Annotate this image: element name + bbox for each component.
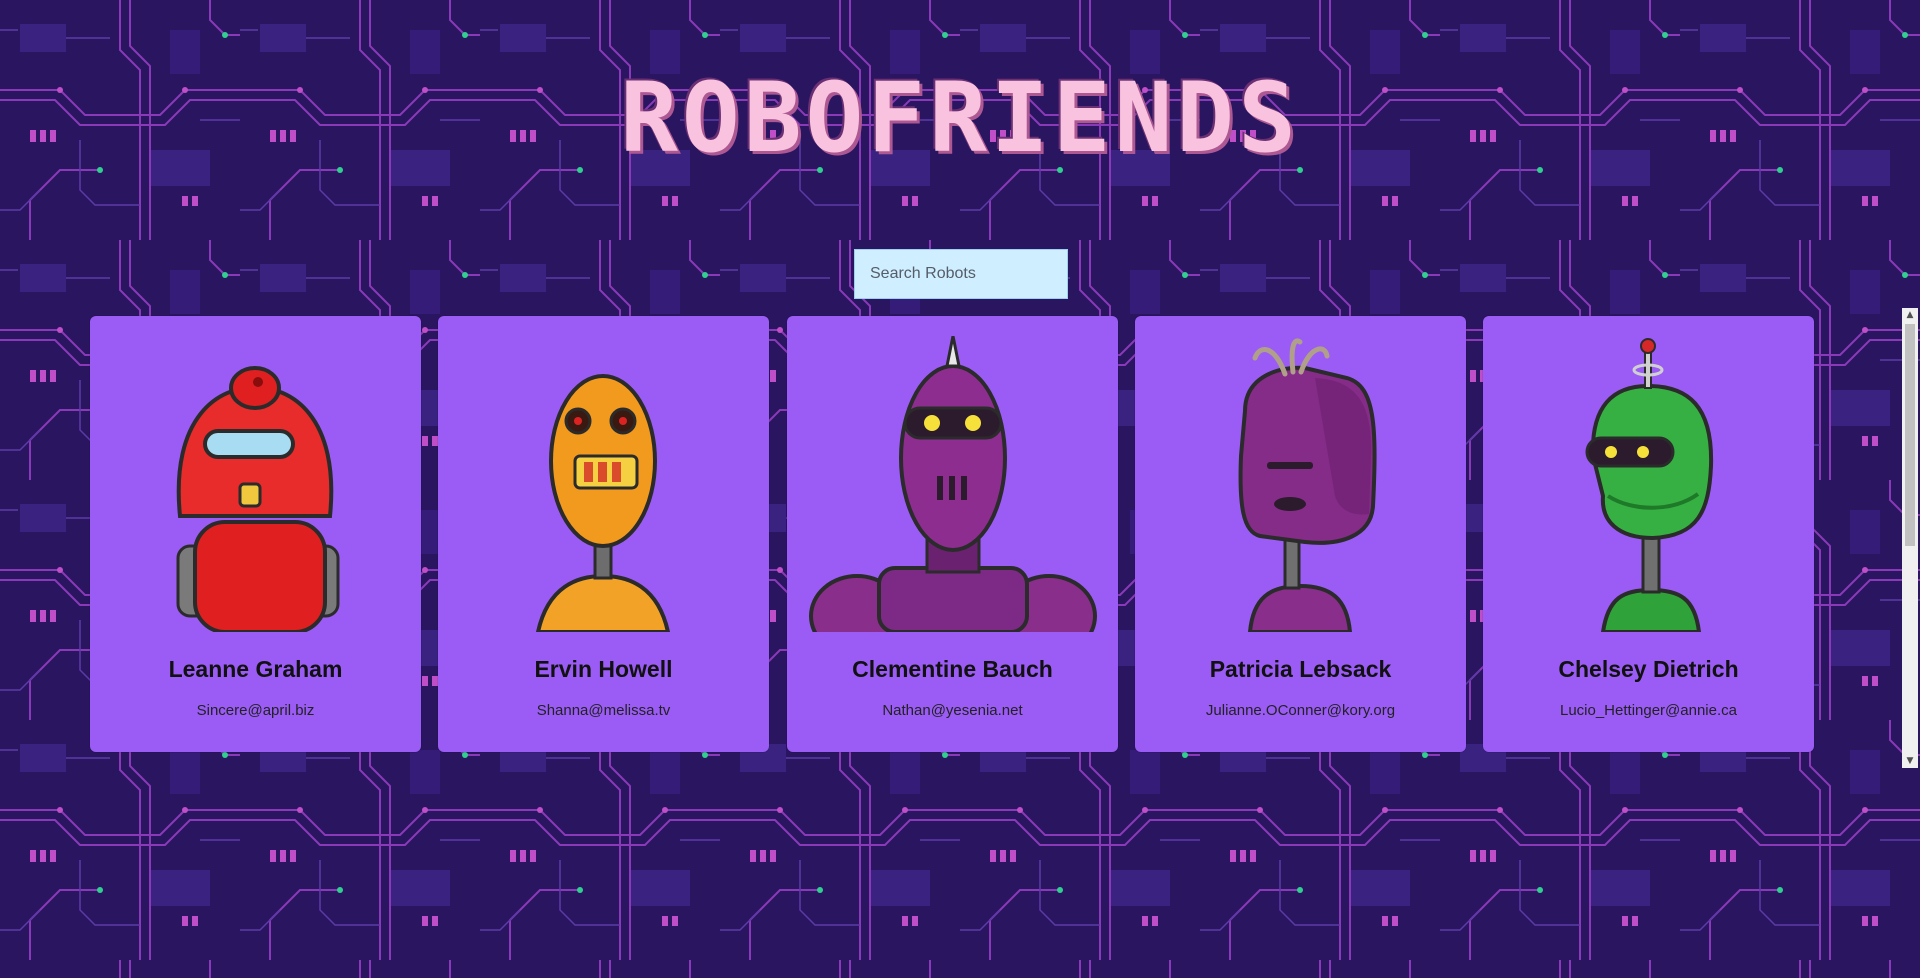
violet-robot-icon [1238, 338, 1377, 632]
red-robot-icon [176, 366, 340, 632]
robot-email: Julianne.OConner@kory.org [1205, 702, 1396, 719]
robot-card[interactable]: Ervin Howell Shanna@melissa.tv [438, 316, 769, 752]
robot-name: Leanne Graham [168, 656, 343, 682]
orange-robot-icon [535, 374, 671, 632]
robot-name: Chelsey Dietrich [1558, 656, 1739, 682]
robot-card[interactable]: Patricia Lebsack Julianne.OConner@kory.o… [1135, 316, 1466, 752]
search-input[interactable] [854, 249, 1068, 299]
scroll-up-arrow-icon[interactable]: ▲ [1902, 308, 1918, 322]
robot-name: Patricia Lebsack [1209, 656, 1392, 682]
scrollbar-thumb[interactable] [1905, 324, 1915, 546]
robot-card[interactable]: Leanne Graham Sincere@april.biz [90, 316, 421, 752]
robot-card-list: Leanne Graham Sincere@april.biz Ervin Ho… [90, 316, 1814, 753]
vertical-scrollbar[interactable]: ▲ ▼ [1902, 308, 1918, 768]
robot-name: Ervin Howell [534, 656, 673, 682]
robot-card[interactable]: Chelsey Dietrich Lucio_Hettinger@annie.c… [1483, 316, 1814, 752]
page-title: ROBOFRIENDS [620, 62, 1300, 174]
purple-robot-icon [809, 336, 1097, 632]
robot-name: Clementine Bauch [852, 656, 1053, 682]
robot-email: Sincere@april.biz [196, 702, 315, 719]
robot-email: Lucio_Hettinger@annie.ca [1559, 702, 1737, 719]
scroll-down-arrow-icon[interactable]: ▼ [1902, 754, 1918, 768]
robot-card[interactable]: Clementine Bauch Nathan@yesenia.net [787, 316, 1118, 752]
robot-email: Nathan@yesenia.net [882, 702, 1023, 719]
robot-email: Shanna@melissa.tv [536, 702, 671, 719]
green-robot-icon [1585, 338, 1714, 632]
